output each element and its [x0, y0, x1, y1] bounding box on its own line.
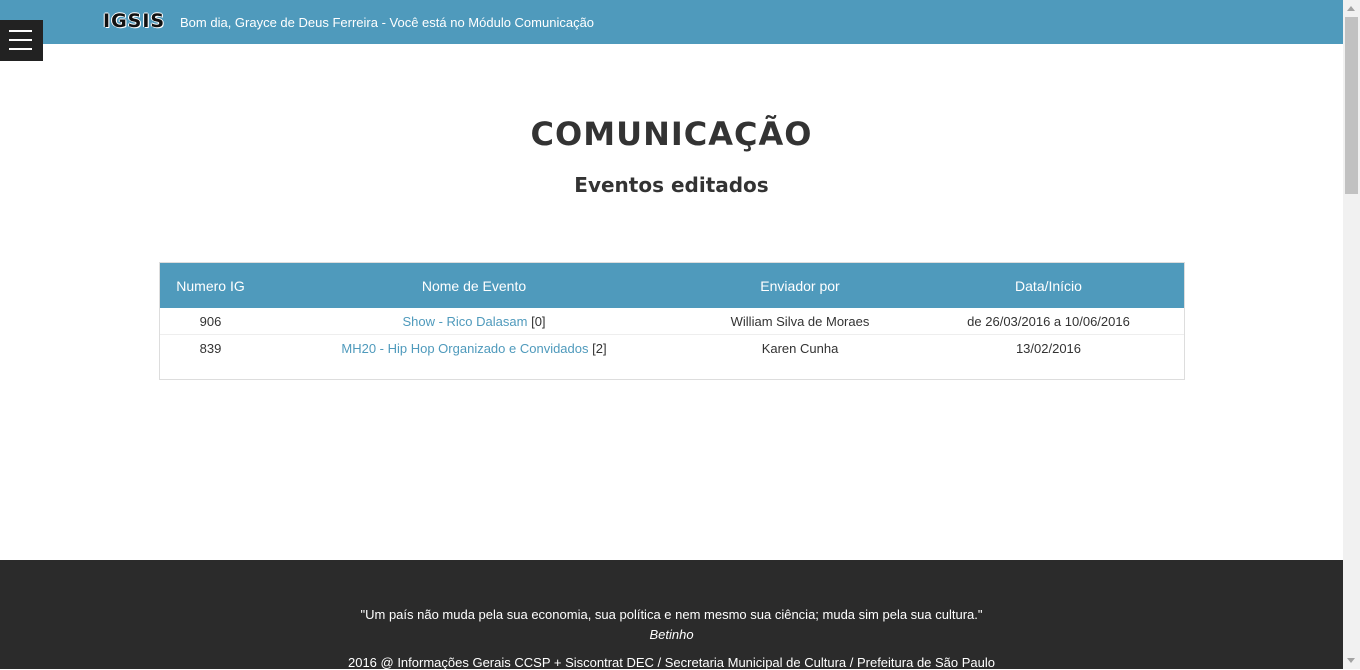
scrollbar-thumb[interactable]: [1345, 17, 1358, 194]
footer-quote: "Um país não muda pela sua economia, sua…: [360, 607, 983, 622]
column-header-nome-evento: Nome de Evento: [421, 277, 527, 294]
vertical-scrollbar[interactable]: [1343, 0, 1360, 669]
scroll-up-arrow-icon[interactable]: [1347, 6, 1355, 11]
cell-nome-evento: Show - Rico Dalasam [0]: [261, 308, 687, 335]
hamburger-menu-icon: [9, 30, 32, 32]
hamburger-menu-button[interactable]: [0, 20, 43, 61]
table-row: 906 Show - Rico Dalasam [0] William Silv…: [160, 308, 1184, 335]
footer-credits: 2016 @ Informações Gerais CCSP + Siscont…: [347, 655, 996, 670]
event-count: [2]: [592, 340, 607, 356]
column-header-numero-ig: Numero IG: [176, 277, 245, 294]
hamburger-menu-icon: [9, 39, 32, 41]
table-row: 839 MH20 - Hip Hop Organizado e Convidad…: [160, 334, 1184, 361]
cell-enviador: William Silva de Moraes: [730, 313, 870, 329]
cell-nome-evento: MH20 - Hip Hop Organizado e Convidados […: [261, 334, 687, 361]
table-header-row: Numero IG Nome de Evento Enviador por Da…: [160, 263, 1184, 308]
igsis-logo[interactable]: IGSIS: [103, 10, 165, 32]
column-header-data-inicio: Data/Início: [1015, 277, 1082, 294]
event-count: [0]: [531, 313, 546, 329]
scroll-down-arrow-icon[interactable]: [1347, 658, 1355, 663]
cell-data-inicio: 13/02/2016: [913, 334, 1184, 361]
hamburger-menu-icon: [9, 48, 32, 50]
page-footer: "Um país não muda pela sua economia, sua…: [0, 560, 1343, 670]
events-table-container: Numero IG Nome de Evento Enviador por Da…: [159, 262, 1185, 380]
events-table: Numero IG Nome de Evento Enviador por Da…: [160, 263, 1184, 361]
event-link[interactable]: Show - Rico Dalasam: [402, 314, 527, 329]
top-header-bar: IGSIS Bom dia, Grayce de Deus Ferreira -…: [0, 0, 1343, 44]
column-header-enviador: Enviador por: [760, 277, 840, 294]
cell-numero-ig: 839: [160, 334, 261, 361]
event-link[interactable]: MH20 - Hip Hop Organizado e Convidados: [341, 341, 588, 356]
footer-quote-author: Betinho: [649, 627, 694, 642]
cell-enviador: Karen Cunha: [687, 334, 913, 361]
cell-numero-ig: 906: [199, 313, 222, 329]
cell-data-inicio: de 26/03/2016 a 10/06/2016: [967, 313, 1130, 329]
page-title: COMUNICAÇÃO: [530, 115, 813, 153]
greeting-text: Bom dia, Grayce de Deus Ferreira - Você …: [180, 15, 595, 30]
page-subtitle: Eventos editados: [574, 173, 769, 197]
